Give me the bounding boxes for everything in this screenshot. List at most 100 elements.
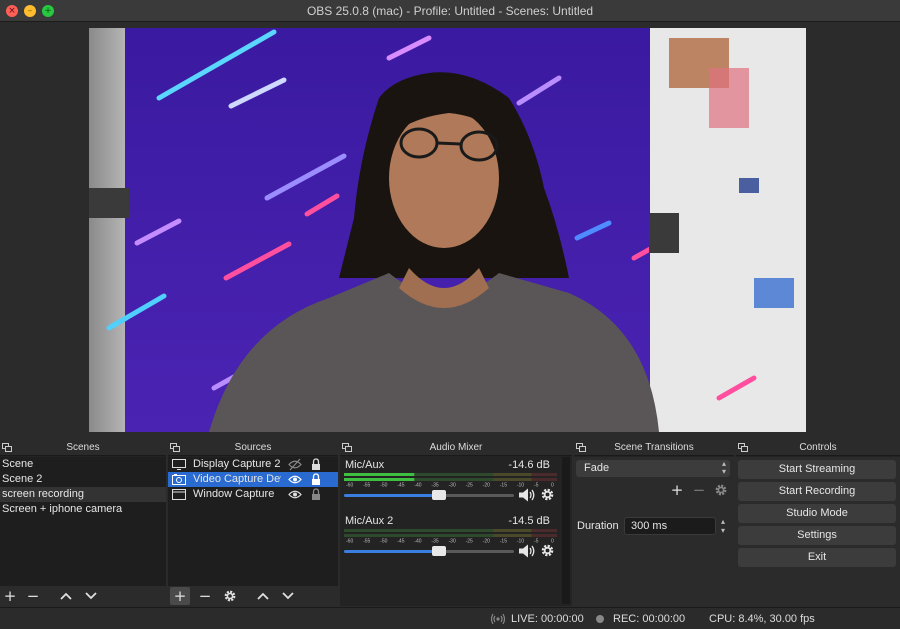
channel-db: -14.6 dB [508,459,550,471]
scene-item-selected[interactable]: screen recording [0,487,166,502]
duration-input[interactable]: 300 ms [624,517,716,535]
plus-icon: + [670,481,684,499]
volume-slider-fill [344,550,440,553]
volume-slider[interactable] [344,490,514,500]
add-transition-button[interactable]: + [667,481,687,499]
start-recording-button[interactable]: Start Recording [738,482,896,501]
speaker-icon[interactable] [518,488,536,502]
controls-title: Controls [799,442,837,453]
meter-scale-label: -30 [449,483,456,488]
controls-dock: Controls Start Streaming Start Recording… [736,440,900,606]
window-title: OBS 25.0.8 (mac) - Profile: Untitled - S… [306,4,594,18]
move-source-up-button[interactable] [253,587,273,605]
mixer-channel: Mic/Aux -14.6 dB -60 -55 -50 -45 -40 -35 -30 -2… [340,457,560,513]
select-arrows-icon: ▴ ▾ [721,459,726,476]
remove-scene-button[interactable]: − [23,587,43,605]
sources-title: Sources [234,442,272,453]
channel-db: -14.5 dB [508,515,550,527]
studio-mode-button[interactable]: Studio Mode [738,504,896,523]
volume-slider-handle[interactable] [432,546,447,556]
mixer-scrollbar[interactable] [562,457,570,604]
exit-button[interactable]: Exit [738,548,896,567]
start-streaming-button[interactable]: Start Streaming [738,460,896,479]
monitor-icon [172,459,186,470]
volume-slider-handle[interactable] [432,490,447,500]
preview-image [89,28,806,432]
unlock-icon[interactable] [311,488,321,501]
meter-scale-label: -5 [534,539,539,544]
controls-dock-header: Controls [736,440,900,456]
gear-icon [224,590,236,602]
add-scene-button[interactable]: + [0,587,20,605]
meter-scale-label: -5 [534,483,539,488]
preview-area [0,22,900,438]
duration-stepper[interactable]: ▴ ▾ [717,517,729,535]
eye-icon[interactable] [288,473,302,486]
source-properties-button[interactable] [220,587,240,605]
eye-hidden-icon[interactable] [288,458,302,471]
source-item[interactable]: Display Capture 2 [168,457,338,472]
chevron-down-icon [85,592,97,600]
add-source-button[interactable]: + [170,587,190,605]
duration-label: Duration [577,520,619,532]
scene-item[interactable]: Screen + iphone camera [0,502,166,517]
plus-icon: + [3,587,17,605]
meter-zone [531,473,557,476]
minus-icon: − [692,481,706,499]
speaker-icon[interactable] [518,544,536,558]
remove-source-button[interactable]: − [195,587,215,605]
meter-zone [344,534,494,537]
preview-canvas[interactable] [89,28,806,432]
meter-level [344,473,415,476]
meter-scale-label: -40 [414,483,421,488]
eye-icon[interactable] [288,488,302,501]
move-scene-up-button[interactable] [56,587,76,605]
sources-dock: Sources Display Capture 2 Video Capture … [168,440,338,606]
scenes-list[interactable]: Scene Scene 2 screen recording Screen + … [0,457,166,586]
minus-icon: − [198,587,212,605]
source-item[interactable]: Window Capture [168,487,338,502]
record-dot-icon [596,615,604,623]
gear-icon[interactable] [540,543,555,558]
move-source-down-button[interactable] [278,587,298,605]
scene-item[interactable]: Scene [0,457,166,472]
source-label: Window Capture [193,488,275,500]
meter-zone [531,534,557,537]
chevron-up-icon [60,592,72,600]
cpu-fps: CPU: 8.4%, 30.00 fps [709,613,815,625]
meter-zone [531,529,557,532]
move-scene-down-button[interactable] [81,587,101,605]
plus-icon: + [173,587,187,605]
meter-scale-label: -50 [380,539,387,544]
meter-scale-label: -20 [483,483,490,488]
lock-icon[interactable] [311,458,321,471]
transition-select[interactable]: Fade ▴ ▾ [576,460,730,477]
sources-list[interactable]: Display Capture 2 Video Capture Device W… [168,457,338,586]
meter-scale-label: -60 [346,483,353,488]
volume-slider[interactable] [344,546,514,556]
source-item-selected[interactable]: Video Capture Device [168,472,338,487]
meter-zone [493,473,532,476]
settings-button[interactable]: Settings [738,526,896,545]
transition-properties-button[interactable] [711,481,731,499]
chevron-down-icon [282,592,294,600]
scene-transitions-dock: Scene Transitions Fade ▴ ▾ + − Duration 3… [574,440,734,606]
volume-meter: -60 -55 -50 -45 -40 -35 -30 -25 -20 -15 -10 -5 0 [344,529,557,543]
meter-zone [344,529,494,532]
meter-zone [493,529,532,532]
stepper-up-icon[interactable]: ▴ [721,517,725,526]
transitions-dock-header: Scene Transitions [574,440,734,456]
scene-item[interactable]: Scene 2 [0,472,166,487]
meter-scale-label: -25 [466,483,473,488]
gear-icon[interactable] [540,487,555,502]
stepper-down-icon[interactable]: ▾ [721,526,725,535]
meter-level [344,478,415,481]
lock-icon[interactable] [311,473,321,486]
mixer-dock-header: Audio Mixer [340,440,572,456]
meter-scale-label: -20 [483,539,490,544]
volume-slider-fill [344,494,440,497]
remove-transition-button[interactable]: − [689,481,709,499]
live-timer: LIVE: 00:00:00 [511,613,584,625]
meter-scale-label: -40 [414,539,421,544]
sources-toolbar: + − [168,586,338,606]
